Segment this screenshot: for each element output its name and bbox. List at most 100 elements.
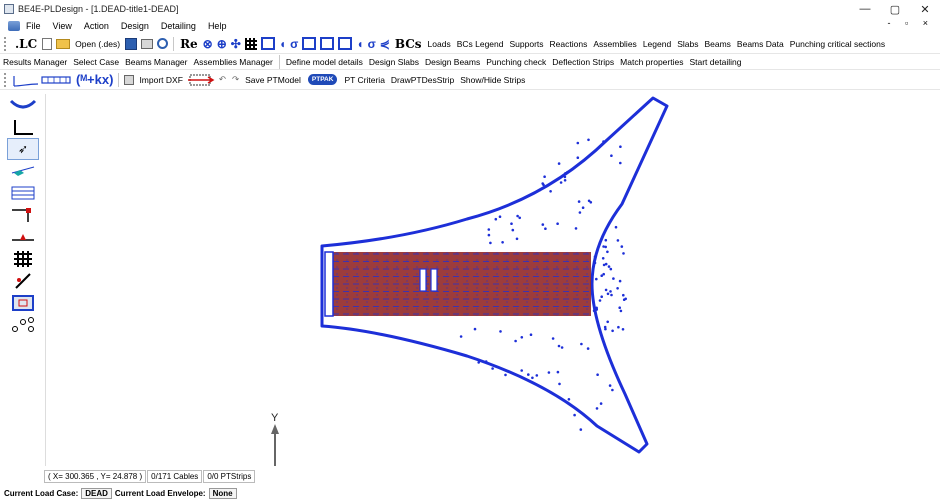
beams-data-button[interactable]: Beams Data	[734, 39, 787, 49]
design-beams-button[interactable]: Design Beams	[422, 57, 483, 67]
strip-icon[interactable]	[40, 72, 74, 88]
select-pointer-icon[interactable]: ➶	[7, 138, 39, 160]
slab-node	[487, 233, 491, 237]
load-envelope-value[interactable]: None	[208, 487, 237, 499]
column-icon[interactable]	[7, 204, 39, 226]
re-button[interactable]: Re	[177, 37, 201, 51]
moment-diagram-icon[interactable]	[7, 94, 39, 116]
load-case-button[interactable]: .LC	[12, 37, 40, 51]
menu-help[interactable]: Help	[202, 21, 233, 31]
slab-node	[622, 252, 625, 255]
slabs-button[interactable]: Slabs	[674, 39, 701, 49]
pan-icon[interactable]: ✣	[231, 37, 241, 51]
slab-drawing[interactable]: Y	[47, 94, 940, 466]
select-case-button[interactable]: Select Case	[70, 57, 122, 67]
legend-button[interactable]: Legend	[640, 39, 674, 49]
mdi-controls[interactable]: - ▫ ×	[888, 18, 934, 28]
open-des-button[interactable]: Open (.des)	[72, 39, 123, 49]
results-manager-button[interactable]: Results Manager	[0, 57, 70, 67]
slab-node	[557, 162, 561, 165]
line-load-icon[interactable]	[302, 37, 317, 50]
punching-critical-sections-button[interactable]: Punching critical sections	[787, 39, 888, 49]
define-model-details-button[interactable]: Define model details	[283, 57, 366, 67]
punching-check-button[interactable]: Punching check	[483, 57, 549, 67]
import-dxf-icon[interactable]	[124, 74, 135, 85]
area-load-icon[interactable]	[320, 37, 335, 50]
pt-criteria-button[interactable]: PT Criteria	[341, 75, 387, 85]
slab-node	[619, 161, 622, 165]
supports-button[interactable]: Supports	[507, 39, 547, 49]
moment-icon[interactable]: σ	[290, 37, 298, 51]
open-folder-icon[interactable]	[56, 38, 71, 49]
fit-view-icon[interactable]	[260, 37, 275, 50]
pt-strip-block[interactable]	[333, 252, 591, 316]
slab-node	[592, 309, 596, 312]
menu-file[interactable]: File	[20, 21, 47, 31]
minimize-button[interactable]: —	[850, 0, 880, 18]
undo-icon[interactable]: ↶	[216, 74, 229, 85]
toolbar-grip[interactable]	[4, 72, 8, 87]
menu-view[interactable]: View	[47, 21, 78, 31]
zoom-all-icon[interactable]: ⊕	[217, 37, 227, 51]
line-support-icon[interactable]: ⋞	[380, 37, 390, 51]
ptpak-button[interactable]: PTPAK	[307, 74, 338, 85]
show-hide-strips-button[interactable]: Show/Hide Strips	[457, 75, 528, 85]
beam-profile-icon[interactable]	[12, 72, 40, 88]
beams-button[interactable]: Beams	[701, 39, 733, 49]
print-icon[interactable]	[141, 38, 154, 49]
redo-icon[interactable]: ↷	[229, 74, 242, 85]
strip-table-icon[interactable]	[7, 182, 39, 204]
point-load-icon[interactable]: ◖	[279, 37, 286, 51]
axes-icon[interactable]	[7, 116, 39, 138]
punching-box-icon[interactable]	[7, 292, 39, 314]
maximize-button[interactable]: ▢	[880, 0, 910, 18]
menu-design[interactable]: Design	[115, 21, 155, 31]
reactions-button[interactable]: Reactions	[547, 39, 591, 49]
draw-pt-des-strip-button[interactable]: DrawPTDesStrip	[388, 75, 457, 85]
support-icon[interactable]	[7, 226, 39, 248]
save-icon[interactable]	[125, 37, 138, 50]
node-icon[interactable]	[7, 160, 39, 182]
bcs-legend-button[interactable]: BCs Legend	[454, 39, 507, 49]
deflection-strips-button[interactable]: Deflection Strips	[549, 57, 617, 67]
design-slabs-button[interactable]: Design Slabs	[366, 57, 422, 67]
assemblies-manager-button[interactable]: Assemblies Manager	[190, 57, 275, 67]
mesh-grid-icon[interactable]	[7, 248, 39, 270]
close-button[interactable]: ✕	[910, 0, 940, 18]
zoom-icon[interactable]	[157, 38, 169, 49]
match-properties-button[interactable]: Match properties	[617, 57, 686, 67]
new-file-icon[interactable]	[42, 37, 53, 50]
tendon-arrow-icon[interactable]	[186, 72, 216, 88]
load-envelope-label: Current Load Envelope:	[114, 488, 206, 498]
menu-action[interactable]: Action	[78, 21, 115, 31]
slab-node	[541, 182, 544, 185]
patch-load-icon[interactable]	[338, 37, 353, 50]
document-icon[interactable]	[8, 21, 20, 31]
menu-bar: File View Action Design Detailing Help	[0, 18, 940, 34]
formula-button[interactable]: (ᴹ+kx)	[76, 72, 113, 87]
drawing-canvas[interactable]: Y	[47, 94, 940, 466]
beams-manager-button[interactable]: Beams Manager	[122, 57, 190, 67]
save-ptmodel-button[interactable]: Save PTModel	[242, 75, 304, 85]
bcs-button[interactable]: BCs	[392, 37, 425, 51]
assemblies-button[interactable]: Assemblies	[590, 39, 639, 49]
point-support-icon[interactable]: ◖	[356, 37, 363, 51]
rotation-support-icon[interactable]: σ	[368, 37, 376, 51]
loads-button[interactable]: Loads	[425, 39, 454, 49]
slab-node	[614, 225, 618, 229]
slab-node	[609, 267, 613, 271]
toolbar-grip[interactable]	[4, 36, 8, 51]
slab-node	[593, 261, 597, 265]
slab-node	[601, 257, 605, 260]
tendon-draw-icon[interactable]	[7, 270, 39, 292]
zoom-window-icon[interactable]: ⊗	[203, 37, 213, 51]
import-dxf-button[interactable]: Import DXF	[136, 75, 185, 85]
points-icon[interactable]	[7, 314, 39, 336]
start-detailing-button[interactable]: Start detailing	[686, 57, 744, 67]
grid-icon[interactable]	[244, 37, 257, 50]
slab-node	[494, 217, 498, 221]
slab-node	[603, 325, 607, 329]
load-case-value[interactable]: DEAD	[81, 487, 112, 499]
slab-node	[549, 190, 552, 193]
menu-detailing[interactable]: Detailing	[155, 21, 202, 31]
